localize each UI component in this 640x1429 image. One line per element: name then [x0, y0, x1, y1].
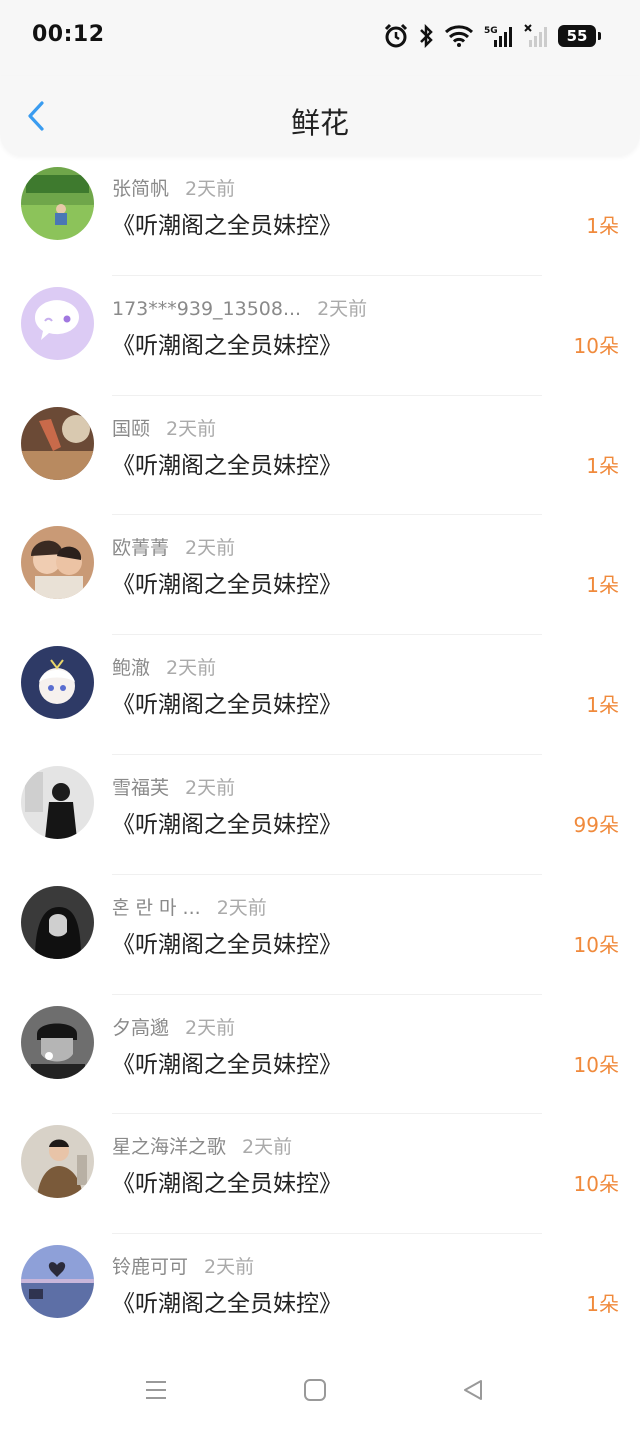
list-item[interactable]: 星之海洋之歌 2天前 《听潮阁之全员妹控》 10朵 [0, 1114, 640, 1235]
flower-count: 1朵 [586, 453, 619, 478]
avatar [21, 406, 94, 480]
menu-button[interactable] [136, 1374, 176, 1406]
user-name: 夕高邈 [112, 1016, 170, 1039]
user-name: 星之海洋之歌 [112, 1136, 227, 1159]
battery-level: 55 [566, 27, 588, 45]
user-name: 173***939_13508... [112, 297, 302, 320]
status-time: 00:12 [32, 22, 105, 47]
avatar [21, 646, 94, 720]
flower-count: 10朵 [573, 932, 619, 957]
list-item[interactable]: 欧菁菁 2天前 《听潮阁之全员妹控》 1朵 [0, 515, 640, 636]
book-title: 《听潮阁之全员妹控》 [112, 1171, 342, 1198]
list-item[interactable]: 혼 란 마 ... 2天前 《听潮阁之全员妹控》 10朵 [0, 875, 640, 995]
home-square-icon [304, 1379, 326, 1401]
user-name: 雪福芙 [112, 776, 170, 799]
list-item[interactable]: 张简帆 2天前 《听潮阁之全员妹控》 1朵 [0, 156, 640, 276]
5g-signal-icon: 5G [484, 26, 512, 47]
alarm-icon [384, 23, 408, 48]
status-icons: 5G 55 [384, 22, 601, 50]
flower-count: 99朵 [573, 812, 619, 837]
book-title: 《听潮阁之全员妹控》 [112, 452, 342, 479]
wifi-icon [444, 25, 474, 47]
flower-count: 1朵 [586, 214, 619, 238]
time-ago: 2天前 [166, 417, 217, 440]
battery-icon: 55 [558, 25, 601, 47]
time-ago: 2天前 [185, 537, 236, 560]
time-ago: 2天前 [242, 1136, 293, 1159]
item-meta: 夕高邈 2天前 [112, 1013, 235, 1040]
flower-count: 1朵 [586, 573, 619, 598]
flower-count: 10朵 [573, 1052, 619, 1077]
user-name: 铃鹿可可 [112, 1256, 189, 1279]
user-name: 欧菁菁 [112, 537, 170, 560]
bluetooth-icon [420, 24, 433, 48]
item-meta: 혼 란 마 ... 2天前 [112, 893, 267, 920]
system-nav-bar [0, 1350, 640, 1429]
avatar [21, 1125, 94, 1199]
book-title: 《听潮阁之全员妹控》 [112, 1291, 342, 1318]
user-name: 혼 란 마 ... [112, 896, 201, 919]
time-ago: 2天前 [185, 776, 236, 799]
book-title: 《听潮阁之全员妹控》 [112, 572, 342, 599]
time-ago: 2天前 [317, 297, 368, 320]
home-button[interactable] [295, 1374, 335, 1406]
status-bar: 00:12 5G 55 [0, 0, 640, 76]
book-title: 《听潮阁之全员妹控》 [112, 213, 342, 239]
list-item[interactable]: 鲍澈 2天前 《听潮阁之全员妹控》 1朵 [0, 635, 640, 755]
avatar [21, 526, 94, 600]
book-title: 《听潮阁之全员妹控》 [112, 811, 342, 838]
time-ago: 2天前 [216, 896, 267, 919]
avatar [21, 765, 94, 839]
book-title: 《听潮阁之全员妹控》 [112, 1051, 342, 1078]
back-triangle-icon [464, 1380, 482, 1400]
signal-off-icon [524, 24, 547, 47]
item-meta: 欧菁菁 2天前 [112, 533, 235, 560]
user-name: 国颐 [112, 417, 151, 440]
header: 鲜花 [0, 76, 640, 156]
list-item[interactable]: 雪福芙 2天前 《听潮阁之全员妹控》 99朵 [0, 755, 640, 875]
item-meta: 173***939_13508... 2天前 [112, 294, 367, 321]
item-meta: 国颐 2天前 [112, 414, 216, 441]
item-meta: 张简帆 2天前 [112, 174, 235, 201]
user-name: 张简帆 [112, 178, 170, 200]
book-title: 《听潮阁之全员妹控》 [112, 332, 342, 359]
user-name: 鲍澈 [112, 657, 151, 680]
flower-count: 10朵 [573, 1172, 619, 1197]
list-item[interactable]: 国颐 2天前 《听潮阁之全员妹控》 1朵 [0, 396, 640, 516]
page-title: 鲜花 [290, 106, 349, 140]
avatar [21, 286, 94, 360]
time-ago: 2天前 [185, 1016, 236, 1039]
avatar [21, 167, 94, 240]
svg-text:5G: 5G [484, 26, 498, 36]
back-nav-button[interactable] [453, 1374, 493, 1406]
flower-count: 1朵 [586, 1292, 619, 1317]
avatar [21, 885, 94, 959]
list-item[interactable]: 铃鹿可可 2天前 《听潮阁之全员妹控》 1朵 [0, 1234, 640, 1354]
item-meta: 星之海洋之歌 2天前 [112, 1132, 292, 1159]
avatar [21, 1005, 94, 1079]
time-ago: 2天前 [204, 1256, 255, 1279]
time-ago: 2天前 [185, 178, 236, 200]
item-meta: 雪福芙 2天前 [112, 773, 235, 800]
time-ago: 2天前 [166, 657, 217, 680]
flower-list: 张简帆 2天前 《听潮阁之全员妹控》 1朵 173***939_13508... 2… [0, 156, 640, 1354]
avatar [21, 1245, 94, 1319]
item-meta: 铃鹿可可 2天前 [112, 1252, 254, 1279]
book-title: 《听潮阁之全员妹控》 [112, 931, 342, 958]
flower-count: 10朵 [573, 333, 619, 358]
list-item[interactable]: 173***939_13508... 2天前 《听潮阁之全员妹控》 10朵 [0, 276, 640, 396]
flower-count: 1朵 [586, 693, 619, 718]
list-item[interactable]: 夕高邈 2天前 《听潮阁之全员妹控》 10朵 [0, 995, 640, 1115]
item-meta: 鲍澈 2天前 [112, 653, 216, 680]
menu-icon [146, 1381, 166, 1399]
book-title: 《听潮阁之全员妹控》 [112, 692, 342, 719]
